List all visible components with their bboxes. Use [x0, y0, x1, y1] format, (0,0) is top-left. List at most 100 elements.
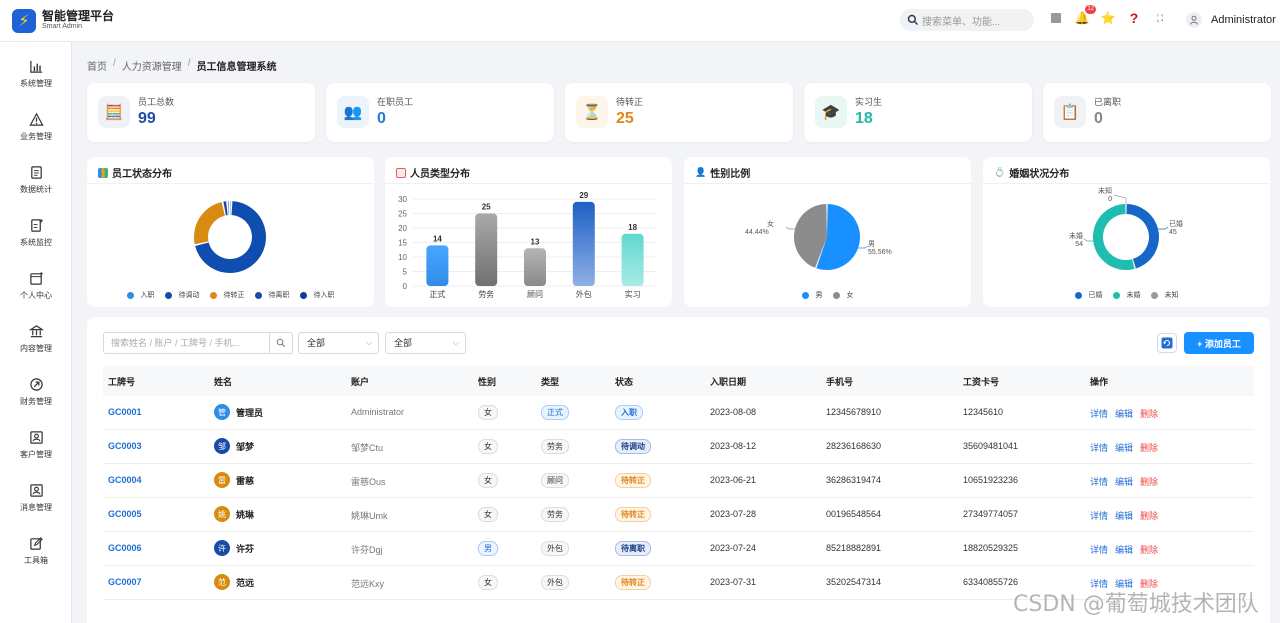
detail-button[interactable]: 详情: [1090, 475, 1108, 488]
sidebar-label: 客户管理: [20, 450, 52, 459]
employee-id-link[interactable]: GC0001: [108, 407, 142, 417]
sidebar-item-system[interactable]: 系统管理: [0, 59, 72, 99]
legend-item[interactable]: 待入职: [299, 290, 335, 300]
bell-icon[interactable]: 🔔 12: [1075, 5, 1096, 25]
global-search-input[interactable]: 搜索菜单、功能...: [900, 9, 1034, 31]
status-select[interactable]: 全部 ⌵: [385, 332, 466, 354]
legend-item[interactable]: 男: [801, 290, 823, 300]
employee-search-input[interactable]: 搜索姓名 / 账户 / 工牌号 / 手机...: [103, 332, 293, 354]
edit-button[interactable]: 编辑: [1115, 441, 1133, 454]
stat-value: 0: [377, 110, 386, 127]
detail-button[interactable]: 详情: [1090, 441, 1108, 454]
detail-button[interactable]: 详情: [1090, 407, 1108, 420]
delete-button[interactable]: 删除: [1140, 407, 1158, 420]
detail-button[interactable]: 详情: [1090, 509, 1108, 522]
delete-button[interactable]: 删除: [1140, 543, 1158, 556]
legend-item[interactable]: 女: [832, 290, 854, 300]
col-header[interactable]: 入职日期: [710, 375, 746, 388]
bar-value-label: 13: [531, 237, 540, 246]
sidebar-item-content[interactable]: 内容管理: [0, 324, 72, 364]
employee-id-link[interactable]: GC0003: [108, 441, 142, 451]
gender-pie-chart: 男55.56% 女44.44%: [745, 204, 892, 270]
employee-id-link[interactable]: GC0006: [108, 543, 142, 553]
legend-item[interactable]: 待离职: [254, 290, 290, 300]
legend-item[interactable]: 待转正: [209, 290, 245, 300]
edit-button[interactable]: 编辑: [1115, 407, 1133, 420]
star-icon[interactable]: ⭐: [1101, 11, 1116, 25]
col-header[interactable]: 账户: [351, 375, 369, 388]
gender-tag: 女: [478, 507, 498, 522]
bar-劳务[interactable]: [475, 213, 498, 287]
slice-入职[interactable]: [230, 201, 231, 216]
lightning-logo-icon[interactable]: ⚡: [12, 8, 36, 33]
employee-id-link[interactable]: GC0007: [108, 577, 142, 587]
stat-label: 待转正: [616, 97, 644, 107]
row-actions: 详情 编辑 删除: [1090, 509, 1165, 522]
bar-正式[interactable]: [426, 245, 449, 286]
sidebar-item-monitor[interactable]: 系统监控: [0, 218, 72, 258]
legend-item[interactable]: 待调动: [164, 290, 200, 300]
col-header[interactable]: 工牌号: [108, 375, 135, 388]
stat-value: 99: [138, 110, 156, 127]
salary-card: 10651923236: [963, 475, 1019, 485]
sidebar-item-business[interactable]: 业务管理: [0, 112, 72, 152]
app-title: 智能管理平台: [42, 9, 115, 24]
type-select[interactable]: 全部 ⌵: [298, 332, 379, 354]
table-row[interactable]: GC0003 邹邹梦 邹梦Ctu 女 劳务 待调动 2023-08-12 2823616863…: [103, 430, 1254, 464]
table-row[interactable]: GC0006 许许芬 许芬Dgj 男 外包 待离职 2023-07-24 8521888289…: [103, 532, 1254, 566]
sidebar-item-messages[interactable]: 消息管理: [0, 483, 72, 523]
sidebar-item-customer[interactable]: 客户管理: [0, 430, 72, 470]
sidebar-item-stats[interactable]: 数据统计: [0, 165, 72, 205]
line-chart-icon: [396, 167, 406, 178]
slice-已婚[interactable]: [1126, 204, 1159, 269]
edit-button[interactable]: 编辑: [1115, 475, 1133, 488]
breadcrumb-home[interactable]: 首页: [87, 58, 107, 73]
delete-button[interactable]: 删除: [1140, 441, 1158, 454]
edit-button[interactable]: 编辑: [1115, 543, 1133, 556]
brand[interactable]: 智能管理平台 Smart Admin: [42, 9, 115, 31]
stat-card-active: 👥 在职员工 0: [326, 83, 554, 142]
bar-外包[interactable]: [572, 201, 595, 286]
col-header[interactable]: 姓名: [214, 375, 232, 388]
legend-item[interactable]: 未婚: [1112, 290, 1141, 300]
col-header[interactable]: 类型: [541, 375, 559, 388]
employee-id-link[interactable]: GC0005: [108, 509, 142, 519]
breadcrumb-hr[interactable]: 人力资源管理: [122, 58, 182, 73]
slice-待入职[interactable]: [227, 201, 230, 216]
layout-icon[interactable]: [1049, 11, 1063, 25]
employee-id-link[interactable]: GC0004: [108, 475, 142, 485]
sidebar-item-toolbox[interactable]: 工具箱: [0, 536, 72, 576]
legend-item[interactable]: 未知: [1150, 290, 1179, 300]
sidebar-item-profile[interactable]: 个人中心: [0, 271, 72, 311]
legend-item[interactable]: 已婚: [1074, 290, 1103, 300]
col-header[interactable]: 性别: [478, 375, 496, 388]
search-button[interactable]: [269, 332, 293, 354]
type-bar-chart: 0 5 10 15 20 25 30 14 正式 25 劳务 13 顾问 29 外包 18 实习: [398, 191, 657, 299]
table-row[interactable]: GC0001 管管理员 Administrator 女 正式 入职 2023-08-08 12…: [103, 396, 1254, 430]
col-header[interactable]: 工资卡号: [963, 375, 999, 388]
delete-button[interactable]: 删除: [1140, 475, 1158, 488]
salary-card: 63340855726: [963, 577, 1019, 587]
detail-button[interactable]: 详情: [1090, 543, 1108, 556]
x-tick-label: 外包: [576, 289, 592, 299]
delete-button[interactable]: 删除: [1140, 509, 1158, 522]
join-date: 2023-07-28: [710, 509, 757, 519]
bar-顾问[interactable]: [524, 248, 546, 286]
y-tick-label: 30: [398, 195, 407, 204]
legend-item[interactable]: 入职: [126, 290, 155, 300]
add-employee-button[interactable]: + 添加员工: [1184, 332, 1254, 354]
help-icon[interactable]: ?: [1127, 10, 1141, 26]
user-menu[interactable]: Administrator: [1186, 12, 1276, 28]
col-header[interactable]: 手机号: [826, 375, 853, 388]
sidebar-label: 财务管理: [20, 397, 52, 406]
slice-待转正[interactable]: [194, 201, 225, 245]
bar-实习[interactable]: [621, 233, 644, 286]
refresh-button[interactable]: [1157, 333, 1177, 353]
sidebar-item-finance[interactable]: 财务管理: [0, 377, 72, 417]
edit-button[interactable]: 编辑: [1115, 509, 1133, 522]
fullscreen-icon[interactable]: ⛶: [1153, 11, 1167, 25]
table-row[interactable]: GC0005 姚姚琳 姚琳Umk 女 劳务 待转正 2023-07-28 0019654856…: [103, 498, 1254, 532]
col-header[interactable]: 状态: [615, 375, 633, 388]
join-date: 2023-06-21: [710, 475, 757, 485]
table-row[interactable]: GC0004 雷雷慈 雷慈Ous 女 顾问 待转正 2023-06-21 3628631947…: [103, 464, 1254, 498]
